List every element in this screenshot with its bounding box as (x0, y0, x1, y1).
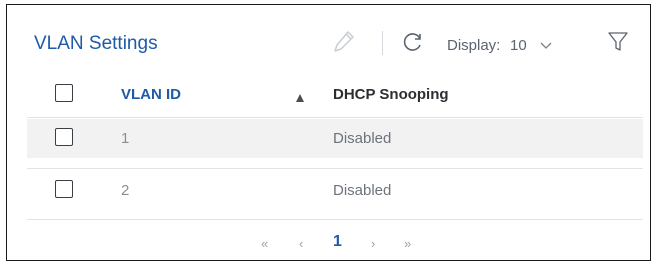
column-header-vlan-id[interactable]: VLAN ID (121, 86, 181, 103)
row-divider (27, 117, 643, 118)
current-page[interactable]: 1 (333, 233, 342, 251)
next-page-button[interactable]: › (371, 236, 375, 251)
pencil-icon[interactable] (332, 29, 356, 60)
row-divider (27, 168, 643, 169)
filter-icon[interactable] (607, 29, 629, 60)
pagination: « ‹ 1 › » (7, 233, 650, 257)
row-divider (27, 219, 643, 220)
prev-page-button[interactable]: ‹ (299, 236, 303, 251)
select-all-checkbox[interactable] (55, 84, 73, 102)
refresh-icon[interactable] (401, 29, 425, 60)
dhcp-snooping-cell: Disabled (333, 130, 392, 147)
table-row[interactable]: 1 Disabled (27, 119, 643, 158)
column-header-dhcp-snooping[interactable]: DHCP Snooping (333, 86, 449, 103)
first-page-button[interactable]: « (261, 236, 268, 251)
chevron-down-icon[interactable] (540, 37, 552, 58)
toolbar-divider (382, 31, 383, 55)
sort-ascending-icon[interactable] (295, 90, 305, 108)
display-label: Display: (447, 37, 501, 54)
vlan-settings-panel: VLAN Settings Display: 10 VLAN ID DHCP S… (6, 4, 651, 261)
vlan-id-cell: 1 (121, 130, 130, 147)
display-select[interactable]: 10 (510, 37, 527, 54)
row-checkbox[interactable] (55, 128, 73, 146)
toolbar: Display: 10 (7, 25, 650, 61)
vlan-id-cell: 2 (121, 182, 130, 199)
dhcp-snooping-cell: Disabled (333, 182, 392, 199)
last-page-button[interactable]: » (404, 236, 411, 251)
table-row[interactable]: 2 Disabled (27, 171, 643, 210)
row-checkbox[interactable] (55, 180, 73, 198)
table-header: VLAN ID DHCP Snooping (27, 75, 643, 114)
